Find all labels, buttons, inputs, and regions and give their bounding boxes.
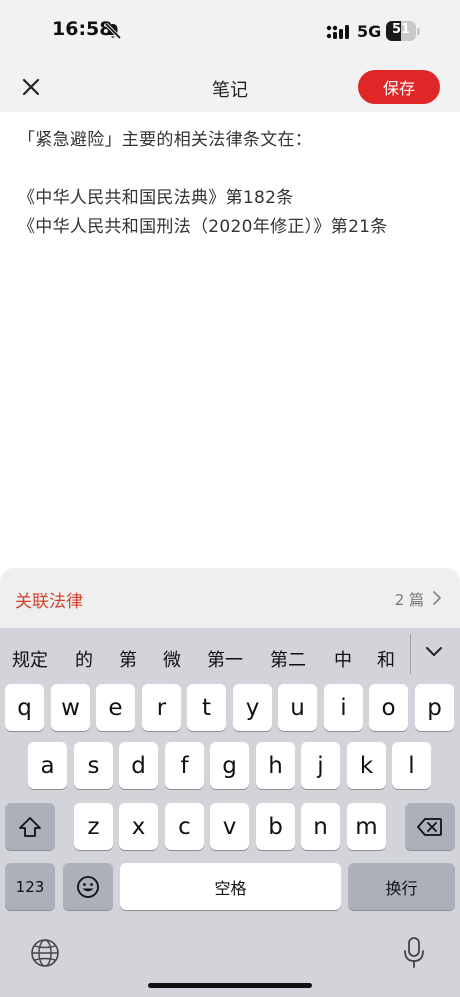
key-l[interactable]: l (392, 742, 431, 789)
related-laws-label: 关联法律 (15, 592, 83, 612)
key-b[interactable]: b (256, 803, 295, 850)
signal-icon (326, 24, 350, 43)
candidate-word[interactable]: 规定 (12, 646, 48, 672)
candidate-divider (410, 634, 411, 674)
key-m[interactable]: m (347, 803, 386, 850)
numbers-key[interactable]: 123 (5, 863, 55, 910)
candidate-bar: 规定 的 第 微 第一 第二 中 和 (0, 628, 460, 684)
key-g[interactable]: g (210, 742, 249, 789)
note-line: 《中华人民共和国刑法（2020年修正）》第21条 (18, 217, 388, 237)
note-header: 笔记 保存 (0, 62, 460, 112)
key-a[interactable]: a (28, 742, 67, 789)
key-o[interactable]: o (369, 684, 408, 731)
key-j[interactable]: j (301, 742, 340, 789)
chevron-right-icon (432, 590, 442, 610)
key-h[interactable]: h (256, 742, 295, 789)
home-indicator (148, 983, 312, 988)
key-q[interactable]: q (5, 684, 44, 731)
network-type: 5G (357, 22, 382, 41)
key-i[interactable]: i (324, 684, 363, 731)
key-y[interactable]: y (233, 684, 272, 731)
battery-icon: 51 (386, 21, 420, 41)
note-line: 「紧急避险」主要的相关法律条文在： (18, 130, 313, 150)
key-u[interactable]: u (278, 684, 317, 731)
candidate-word[interactable]: 第 (119, 646, 137, 672)
related-laws-count: 2 篇 (394, 591, 424, 609)
key-t[interactable]: t (187, 684, 226, 731)
return-key[interactable]: 换行 (348, 863, 455, 910)
save-button[interactable]: 保存 (358, 70, 440, 104)
key-v[interactable]: v (210, 803, 249, 850)
key-c[interactable]: c (165, 803, 204, 850)
key-s[interactable]: s (74, 742, 113, 789)
bell-muted-icon (104, 22, 122, 44)
candidate-word[interactable]: 第一 (207, 646, 243, 672)
candidate-word[interactable]: 中 (334, 646, 352, 672)
status-bar: 16:58 5G 51 (0, 0, 460, 62)
key-n[interactable]: n (301, 803, 340, 850)
backspace-icon (417, 817, 442, 836)
candidate-word[interactable]: 和 (377, 646, 395, 672)
microphone-icon[interactable] (402, 936, 426, 974)
key-p[interactable]: p (415, 684, 454, 731)
key-x[interactable]: x (119, 803, 158, 850)
key-k[interactable]: k (347, 742, 386, 789)
delete-key[interactable] (405, 803, 455, 850)
space-key[interactable]: 空格 (120, 863, 341, 910)
emoji-key[interactable] (63, 863, 113, 910)
related-laws-bar[interactable]: 关联法律 2 篇 (0, 568, 460, 628)
battery-level: 51 (391, 22, 411, 37)
keyboard: 规定 的 第 微 第一 第二 中 和 q w e r t y u i o p a… (0, 628, 460, 997)
globe-icon[interactable] (30, 938, 60, 972)
candidate-word[interactable]: 的 (75, 646, 93, 672)
key-r[interactable]: r (142, 684, 181, 731)
candidate-word[interactable]: 微 (163, 646, 181, 672)
key-d[interactable]: d (119, 742, 158, 789)
shift-icon (19, 816, 41, 837)
key-z[interactable]: z (74, 803, 113, 850)
key-w[interactable]: w (51, 684, 90, 731)
note-line (18, 155, 442, 184)
emoji-icon (77, 875, 99, 898)
shift-key[interactable] (5, 803, 55, 850)
key-f[interactable]: f (165, 742, 204, 789)
key-e[interactable]: e (96, 684, 135, 731)
candidate-word[interactable]: 第二 (270, 646, 306, 672)
note-line: 《中华人民共和国民法典》第182条 (18, 188, 294, 208)
note-editor[interactable]: 「紧急避险」主要的相关法律条文在： 《中华人民共和国民法典》第182条 《中华人… (18, 126, 442, 242)
chevron-down-icon[interactable] (424, 644, 444, 663)
